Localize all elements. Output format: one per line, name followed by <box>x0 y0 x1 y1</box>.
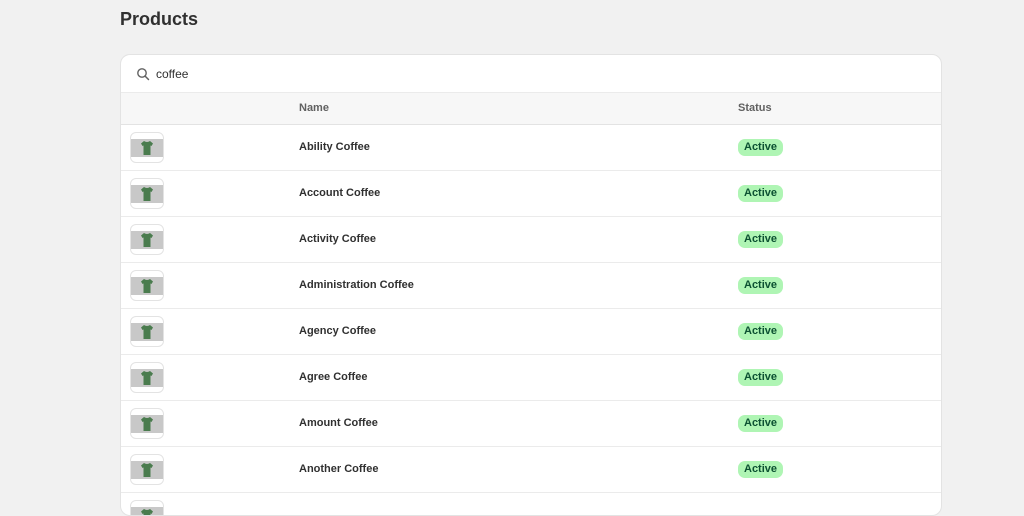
tshirt-icon <box>139 140 155 156</box>
tshirt-icon <box>139 186 155 202</box>
table-row[interactable]: Agree Coffee Active <box>121 355 941 401</box>
status-badge: Active <box>738 185 783 202</box>
table-row[interactable]: Administration Coffee Active <box>121 263 941 309</box>
status-badge: Active <box>738 369 783 386</box>
status-badge: Active <box>738 139 783 156</box>
product-name[interactable]: Another Coffee <box>299 463 378 475</box>
tshirt-icon <box>139 324 155 340</box>
status-badge: Active <box>738 461 783 478</box>
column-header-name[interactable]: Name <box>299 102 329 114</box>
table-header: Name Status <box>121 92 941 125</box>
products-card: coffee Name Status Ability CoffeeActiveA… <box>120 54 942 516</box>
product-name[interactable]: Account Coffee <box>299 187 380 199</box>
product-name[interactable]: Activity Coffee <box>299 233 376 245</box>
tshirt-icon <box>139 232 155 248</box>
product-thumbnail[interactable] <box>130 500 164 516</box>
product-thumbnail[interactable] <box>130 132 164 163</box>
product-thumbnail[interactable] <box>130 454 164 485</box>
product-name[interactable]: Administration Coffee <box>299 279 414 291</box>
status-badge: Active <box>738 231 783 248</box>
table-row[interactable]: Activity Coffee Active <box>121 217 941 263</box>
status-badge: Active <box>738 415 783 432</box>
search-bar[interactable]: coffee <box>121 55 941 92</box>
product-thumbnail[interactable] <box>130 362 164 393</box>
product-name[interactable]: Amount Coffee <box>299 417 378 429</box>
page-title: Products <box>120 9 198 30</box>
table-row[interactable]: Another Coffee Active <box>121 447 941 493</box>
table-row[interactable]: Account Coffee Active <box>121 171 941 217</box>
search-icon <box>136 67 150 81</box>
product-thumbnail[interactable] <box>130 224 164 255</box>
table-body: Ability Coffee Active Account Coffee Active… <box>121 125 941 516</box>
table-row[interactable]: Amount Coffee Active <box>121 401 941 447</box>
product-name[interactable]: Agency Coffee <box>299 325 376 337</box>
table-row[interactable] <box>121 493 941 516</box>
product-thumbnail[interactable] <box>130 270 164 301</box>
tshirt-icon <box>139 370 155 386</box>
tshirt-icon <box>139 508 155 516</box>
status-badge: Active <box>738 323 783 340</box>
product-thumbnail[interactable] <box>130 178 164 209</box>
status-badge: Active <box>738 277 783 294</box>
search-input[interactable]: coffee <box>156 67 188 81</box>
product-thumbnail[interactable] <box>130 408 164 439</box>
product-thumbnail[interactable] <box>130 316 164 347</box>
tshirt-icon <box>139 278 155 294</box>
tshirt-icon <box>139 462 155 478</box>
tshirt-icon <box>139 416 155 432</box>
table-row[interactable]: Agency Coffee Active <box>121 309 941 355</box>
product-name[interactable]: Ability Coffee <box>299 141 370 153</box>
column-header-status[interactable]: Status <box>738 102 772 114</box>
table-row[interactable]: Ability Coffee Active <box>121 125 941 171</box>
product-name[interactable]: Agree Coffee <box>299 371 367 383</box>
